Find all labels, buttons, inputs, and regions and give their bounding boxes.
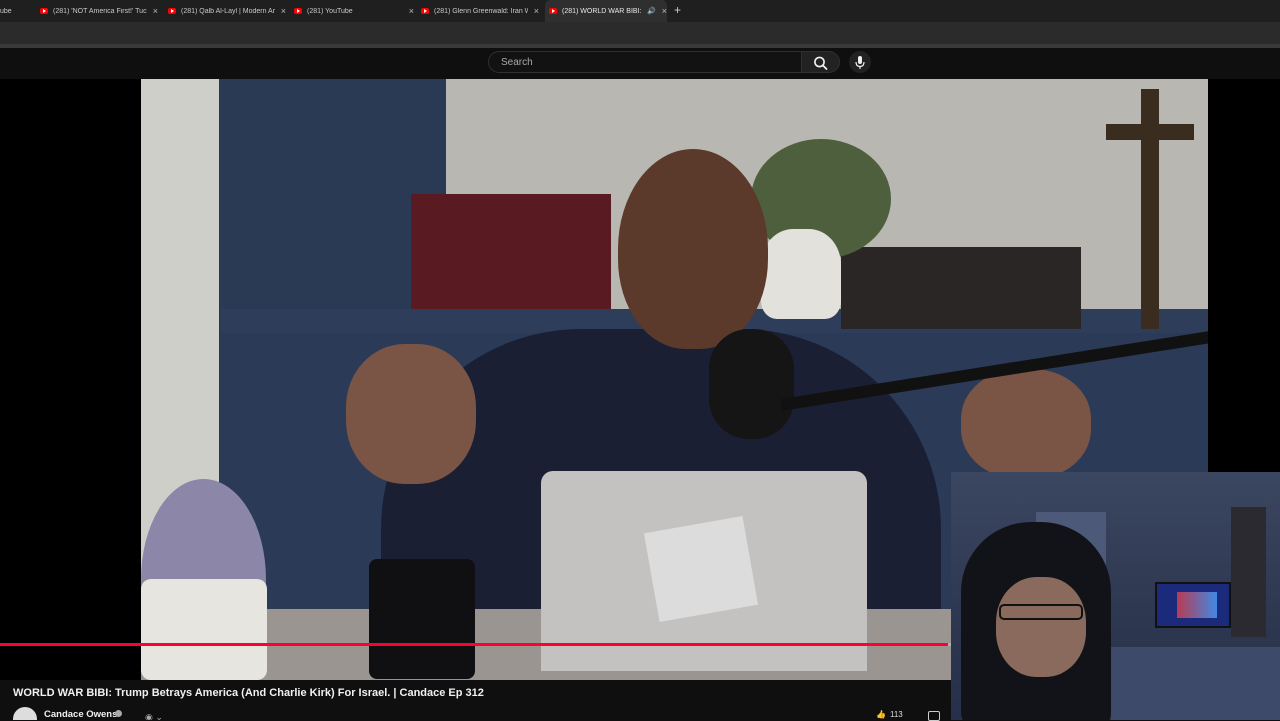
youtube-favicon-icon xyxy=(549,8,557,14)
browser-tab-active[interactable]: (281) WORLD WAR BIBI: Tr 🔊 × xyxy=(545,0,667,22)
video-scene-vase xyxy=(761,229,841,319)
video-scene-books xyxy=(411,194,611,312)
video-title: WORLD WAR BIBI: Trump Betrays America (A… xyxy=(13,687,484,699)
like-button[interactable]: 👍 113 xyxy=(876,710,903,719)
speaker-icon[interactable]: 🔊 xyxy=(647,7,656,15)
webcam-scene-face xyxy=(996,577,1086,677)
video-progress-played xyxy=(0,643,949,646)
browser-tab[interactable]: (281) Qalb Al-Layl | Modern Ar × xyxy=(168,0,286,22)
tab-title: (281) Glenn Greenwald: Iran Wa xyxy=(434,7,528,15)
thumbs-up-icon: 👍 xyxy=(876,710,886,719)
search-icon xyxy=(814,56,828,70)
voice-search-button[interactable] xyxy=(849,51,871,73)
browser-tab[interactable]: (281) YouTube × xyxy=(294,0,414,22)
browser-tab[interactable]: (281) Glenn Greenwald: Iran Wa × xyxy=(421,0,539,22)
video-scene-hand-left xyxy=(346,344,476,484)
webcam-scene-couch xyxy=(1111,647,1280,720)
new-tab-button[interactable]: + xyxy=(674,3,681,17)
webcam-scene-tv xyxy=(1155,582,1231,628)
channel-row: Candace Owens ◉ ⌄ xyxy=(13,705,943,720)
tab-close-icon[interactable]: × xyxy=(153,6,158,16)
tab-title: (281) 'NOT America First!' Tucke xyxy=(53,7,147,15)
notification-bell-icon[interactable]: ◉ ⌄ xyxy=(145,712,163,720)
video-scene-mug xyxy=(369,559,475,679)
browser-tab[interactable]: ube xyxy=(0,0,32,22)
channel-avatar[interactable] xyxy=(13,707,37,720)
youtube-favicon-icon xyxy=(294,8,302,14)
youtube-favicon-icon xyxy=(40,8,48,14)
address-bar[interactable] xyxy=(0,22,1280,44)
youtube-favicon-icon xyxy=(168,8,176,14)
tab-title: (281) Qalb Al-Layl | Modern Ar xyxy=(181,7,275,15)
video-scene-hand-right xyxy=(961,369,1091,479)
search-box[interactable] xyxy=(488,51,802,73)
browser-tab-strip: ube (281) 'NOT America First!' Tucke × (… xyxy=(0,0,1280,22)
tab-title: ube xyxy=(0,7,12,15)
channel-name[interactable]: Candace Owens xyxy=(44,709,117,720)
like-count: 113 xyxy=(889,710,903,719)
youtube-masthead xyxy=(0,48,1280,79)
video-scene-sticker xyxy=(643,516,759,622)
webcam-scene-glasses xyxy=(999,604,1083,620)
video-scene-crucifix-bar xyxy=(1106,124,1194,140)
search-input[interactable] xyxy=(499,55,801,69)
tab-close-icon[interactable]: × xyxy=(409,6,414,16)
tab-title: (281) WORLD WAR BIBI: Tr xyxy=(562,7,644,15)
tab-close-icon[interactable]: × xyxy=(662,6,667,16)
video-scene-book-stack xyxy=(841,247,1081,329)
youtube-favicon-icon xyxy=(421,8,429,14)
mic-icon xyxy=(855,56,865,69)
video-scene-host-head xyxy=(618,149,768,349)
video-scene-pot xyxy=(141,579,267,680)
tab-title: (281) YouTube xyxy=(307,7,353,15)
verified-badge-icon xyxy=(115,710,122,717)
browser-tab[interactable]: (281) 'NOT America First!' Tucke × xyxy=(40,0,158,22)
search-button[interactable] xyxy=(802,51,840,73)
webcam-scene-shelf xyxy=(1231,507,1266,637)
tab-close-icon[interactable]: × xyxy=(534,6,539,16)
webcam-overlay xyxy=(951,472,1280,720)
tab-close-icon[interactable]: × xyxy=(281,6,286,16)
video-scene-microphone xyxy=(709,329,794,439)
